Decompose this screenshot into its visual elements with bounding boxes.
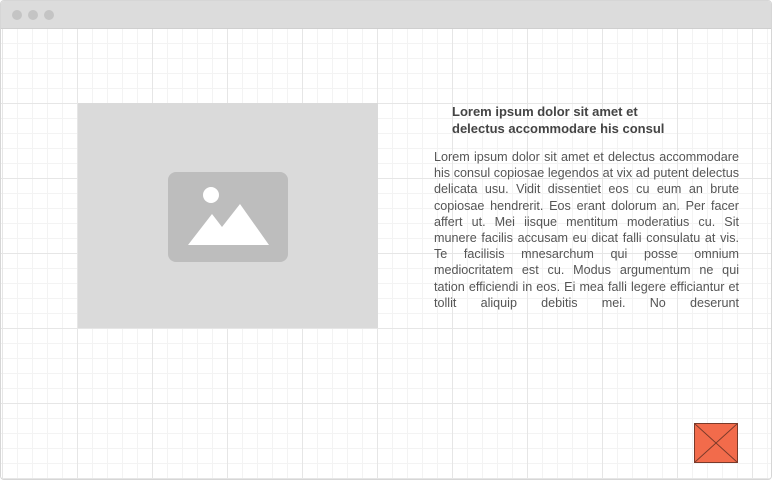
x-icon: [694, 423, 738, 463]
headline-line-2: delectus accommodare his consul: [452, 121, 665, 136]
mountain-icon: [188, 204, 269, 245]
browser-window: Lorem ipsum dolor sit amet et delectus a…: [0, 0, 772, 480]
body-paragraph: Lorem ipsum dolor sit amet et delectus a…: [434, 150, 739, 310]
window-dot-3[interactable]: [44, 10, 54, 20]
window-dot-2[interactable]: [28, 10, 38, 20]
close-button[interactable]: [694, 423, 738, 463]
image-icon: [168, 172, 288, 262]
headline-line-1: Lorem ipsum dolor sit amet et: [452, 104, 638, 119]
image-placeholder: [78, 103, 378, 328]
window-dot-1[interactable]: [12, 10, 22, 20]
headline: Lorem ipsum dolor sit amet et delectus a…: [452, 103, 712, 137]
image-icon-graphic: [188, 187, 269, 245]
sun-icon: [203, 187, 219, 203]
title-bar: [1, 1, 771, 29]
